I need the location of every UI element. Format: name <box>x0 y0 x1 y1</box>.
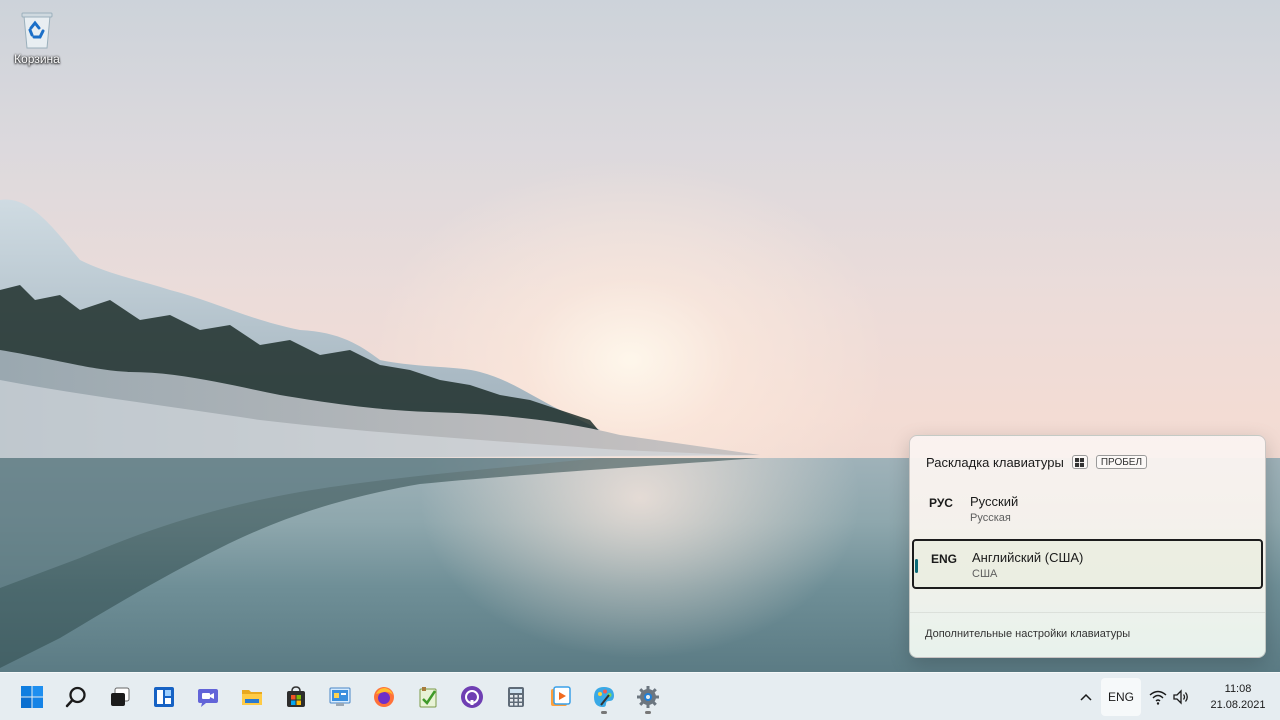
language-layout: Русская <box>970 512 1011 524</box>
task-view-button[interactable] <box>103 680 137 714</box>
language-item-russian[interactable]: РУС Русский Русская <box>912 485 1263 535</box>
github-button[interactable] <box>455 680 489 714</box>
calculator-button[interactable] <box>499 680 533 714</box>
control-panel-button[interactable] <box>323 680 357 714</box>
widgets-icon <box>154 687 174 707</box>
flyout-title: Раскладка клавиатуры <box>926 454 1064 470</box>
selected-indicator <box>915 559 918 573</box>
running-indicator <box>645 711 651 714</box>
clock[interactable]: 11:08 21.08.2021 <box>1200 681 1276 713</box>
volume-icon[interactable] <box>1172 688 1190 706</box>
clock-time: 11:08 <box>1224 683 1252 695</box>
windows-key-icon <box>1071 455 1088 469</box>
recycle-bin[interactable]: Корзина <box>8 8 66 78</box>
running-indicator <box>601 711 607 714</box>
firefox-icon <box>374 687 394 707</box>
file-explorer-button[interactable] <box>235 680 269 714</box>
firefox-button[interactable] <box>367 680 401 714</box>
settings-button[interactable] <box>631 680 665 714</box>
flyout-header: Раскладка клавиатуры ПРОБЕЛ <box>926 452 1148 472</box>
github-icon <box>461 686 483 708</box>
paint-icon <box>594 687 614 707</box>
wifi-icon[interactable] <box>1149 688 1167 706</box>
teams-chat-button[interactable] <box>191 680 225 714</box>
teams-chat-icon <box>198 689 218 707</box>
space-key-badge: ПРОБЕЛ <box>1095 455 1148 469</box>
language-name: Русский <box>970 494 1019 509</box>
search-button[interactable] <box>59 680 93 714</box>
language-name: Английский (США) <box>972 550 1084 565</box>
media-player-button[interactable] <box>543 680 577 714</box>
windows-logo-icon <box>21 686 43 708</box>
control-panel-icon <box>329 687 351 706</box>
flyout-divider <box>910 612 1265 613</box>
task-view-icon <box>111 687 130 706</box>
start-button[interactable] <box>15 680 49 714</box>
keyboard-layout-flyout: Раскладка клавиатуры ПРОБЕЛ РУС Русский … <box>909 435 1266 658</box>
input-language-indicator[interactable]: ENG <box>1101 678 1141 716</box>
language-code: ENG <box>931 552 958 566</box>
paint-button[interactable] <box>587 680 621 714</box>
language-layout: США <box>972 568 998 580</box>
gear-icon <box>637 686 659 708</box>
store-icon <box>287 686 305 707</box>
show-hidden-icons-chevron-icon[interactable] <box>1076 687 1096 707</box>
more-keyboard-settings-link[interactable]: Дополнительные настройки клавиатуры <box>925 628 1130 640</box>
notepad-icon <box>419 687 437 708</box>
recycle-bin-label: Корзина <box>14 52 60 66</box>
recycle-bin-icon <box>20 10 54 50</box>
search-icon <box>65 686 86 708</box>
calculator-icon <box>508 687 524 707</box>
microsoft-store-button[interactable] <box>279 680 313 714</box>
clock-date: 21.08.2021 <box>1210 699 1266 711</box>
language-code: РУС <box>929 496 953 510</box>
folder-icon <box>242 690 262 705</box>
notepad-button[interactable] <box>411 680 445 714</box>
taskbar: ENG 11:08 21.08.2021 <box>0 672 1280 720</box>
widgets-button[interactable] <box>147 680 181 714</box>
language-item-english[interactable]: ENG Английский (США) США <box>912 539 1263 589</box>
media-player-icon <box>551 686 571 706</box>
desktop[interactable]: Корзина Раскладка клавиатуры ПРОБЕЛ РУС … <box>0 0 1280 672</box>
